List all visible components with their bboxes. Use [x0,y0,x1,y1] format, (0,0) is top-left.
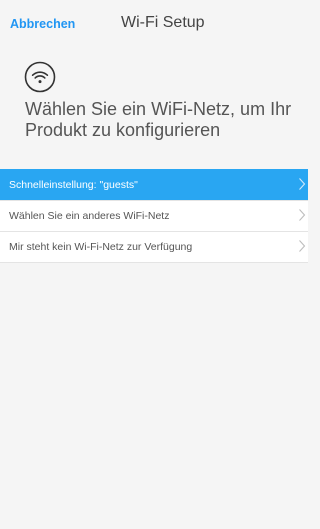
chevron-right-icon [298,208,306,222]
page-title: Wi-Fi Setup [121,14,205,31]
setup-heading: Wählen Sie ein WiFi-Netz, um Ihr Produkt… [25,99,292,140]
option-label: Wählen Sie ein anderes WiFi-Netz [9,210,170,222]
network-option-list: Schnelleinstellung: "guests" Wählen Sie … [0,169,308,263]
chevron-right-icon [298,177,306,191]
wifi-icon [24,61,56,93]
option-quick-setup[interactable]: Schnelleinstellung: "guests" [0,169,308,200]
cancel-button[interactable]: Abbrechen [10,17,75,31]
option-label: Schnelleinstellung: "guests" [9,179,138,191]
chevron-right-icon [298,239,306,253]
top-bar: Abbrechen Wi-Fi Setup [0,0,308,55]
option-no-network[interactable]: Mir steht kein Wi-Fi-Netz zur Verfügung [0,231,308,263]
option-other-network[interactable]: Wählen Sie ein anderes WiFi-Netz [0,200,308,231]
option-label: Mir steht kein Wi-Fi-Netz zur Verfügung [9,241,193,253]
